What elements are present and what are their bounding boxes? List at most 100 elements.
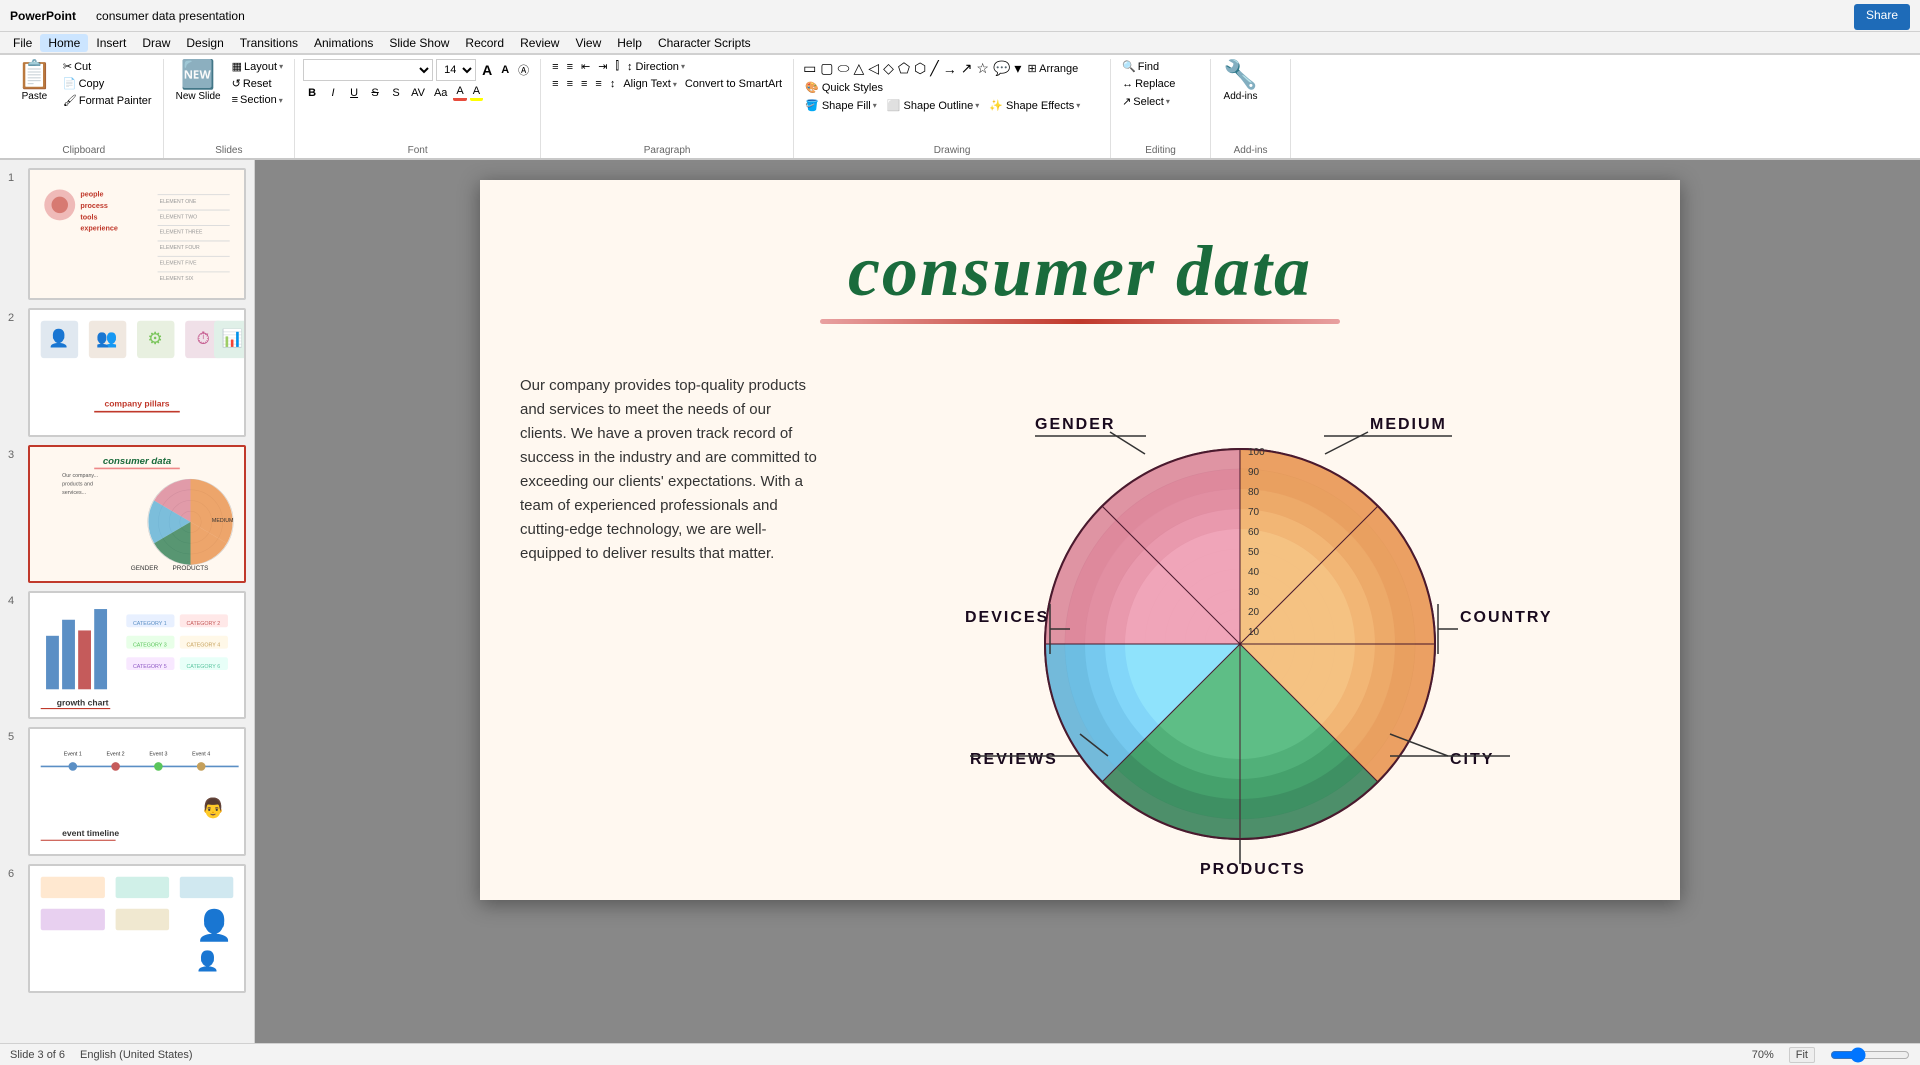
align-text-button[interactable]: Align Text▾ bbox=[620, 77, 680, 91]
slide-thumb-6[interactable]: 6 👤 👤 bbox=[8, 864, 246, 993]
italic-button[interactable]: I bbox=[324, 86, 342, 100]
menu-home[interactable]: Home bbox=[40, 34, 88, 52]
slide-thumb-3[interactable]: 3 consumer data bbox=[8, 445, 246, 582]
svg-text:ELEMENT FOUR: ELEMENT FOUR bbox=[160, 245, 200, 251]
grow-font-button[interactable]: A bbox=[479, 61, 495, 79]
menu-slideshow[interactable]: Slide Show bbox=[381, 34, 457, 52]
arrange-button[interactable]: ⊞ Arrange bbox=[1024, 61, 1081, 76]
select-button[interactable]: ↗ Select ▾ bbox=[1119, 94, 1173, 109]
justify-button[interactable]: ≡ bbox=[592, 77, 604, 91]
layout-button[interactable]: ▦ Layout ▾ bbox=[229, 59, 286, 74]
rect-shape-btn[interactable]: ▭ bbox=[802, 59, 817, 78]
slide-body-text: Our company provides top-quality product… bbox=[520, 374, 820, 566]
reset-icon: ↺ bbox=[232, 77, 241, 90]
ribbon-content: 📋 Paste ✂ Cut 📄 Copy 🖌 Format Painter bbox=[0, 54, 1920, 158]
numbering-button[interactable]: ≡ bbox=[564, 60, 576, 74]
slide3-svg: consumer data Our company... bbox=[30, 447, 244, 575]
shape-outline-button[interactable]: ⬜ Shape Outline ▾ bbox=[884, 98, 983, 113]
slide-thumb-inner-1[interactable]: people process tools experience ELEMENT … bbox=[28, 168, 246, 300]
decrease-indent-button[interactable]: ⇤ bbox=[578, 59, 593, 74]
find-button[interactable]: 🔍 Find bbox=[1119, 59, 1162, 74]
shape-effects-button[interactable]: ✨ Shape Effects ▾ bbox=[986, 98, 1083, 113]
bullets-button[interactable]: ≡ bbox=[549, 60, 561, 74]
slide-thumb-4[interactable]: 4 CATEGORY 1 CATEGORY 2 bbox=[8, 591, 246, 720]
menu-file[interactable]: File bbox=[5, 34, 40, 52]
svg-text:⏱: ⏱ bbox=[197, 330, 210, 349]
slide2-svg: 👤 👥 ⚙ ⏱ 📊 company pillars bbox=[30, 310, 244, 430]
zoom-slider[interactable] bbox=[1830, 1047, 1910, 1063]
shadow-button[interactable]: S bbox=[387, 86, 405, 100]
slide-title-underline bbox=[820, 319, 1340, 324]
slide-info: Slide 3 of 6 bbox=[10, 1049, 65, 1061]
rounded-rect-btn[interactable]: ▢ bbox=[819, 59, 834, 78]
copy-button[interactable]: 📄 Copy bbox=[60, 76, 155, 91]
cut-button[interactable]: ✂ Cut bbox=[60, 59, 155, 74]
align-left-button[interactable]: ≡ bbox=[549, 77, 561, 91]
slide-thumb-inner-2[interactable]: 👤 👥 ⚙ ⏱ 📊 company pillars bbox=[28, 308, 246, 437]
bold-button[interactable]: B bbox=[303, 86, 321, 100]
slide-thumb-inner-3[interactable]: consumer data Our company... bbox=[28, 445, 246, 582]
strikethrough-button[interactable]: S bbox=[366, 86, 384, 100]
columns-button[interactable]: ⫿ bbox=[612, 59, 622, 74]
menu-record[interactable]: Record bbox=[457, 34, 512, 52]
shrink-font-button[interactable]: A bbox=[498, 63, 512, 77]
oval-btn[interactable]: ⬭ bbox=[837, 59, 851, 78]
section-button[interactable]: ≡ Section ▾ bbox=[229, 93, 286, 107]
line-spacing-button[interactable]: ↕ bbox=[607, 77, 619, 91]
highlight-button[interactable]: A bbox=[470, 84, 483, 101]
slide-thumb-5[interactable]: 5 Event 1 Event 2 Event 3 Event 4 bbox=[8, 727, 246, 856]
menu-view[interactable]: View bbox=[567, 34, 609, 52]
arrow-btn[interactable]: → bbox=[942, 60, 958, 78]
connector-btn[interactable]: ↗ bbox=[960, 59, 974, 78]
slide-thumb-inner-5[interactable]: Event 1 Event 2 Event 3 Event 4 👨 event … bbox=[28, 727, 246, 856]
font-name-select[interactable] bbox=[303, 59, 433, 81]
align-right-button[interactable]: ≡ bbox=[578, 77, 590, 91]
slide-thumb-1[interactable]: 1 people process tools experience ELEMEN… bbox=[8, 168, 246, 300]
menu-draw[interactable]: Draw bbox=[134, 34, 178, 52]
underline-button[interactable]: U bbox=[345, 86, 363, 100]
clear-format-button[interactable]: Ⓐ bbox=[515, 61, 532, 79]
paragraph-label: Paragraph bbox=[549, 143, 785, 158]
hexagon-btn[interactable]: ⬡ bbox=[913, 59, 927, 78]
diamond-btn[interactable]: ◇ bbox=[882, 59, 895, 78]
share-button[interactable]: Share bbox=[1854, 4, 1910, 30]
font-color-button[interactable]: A bbox=[453, 84, 466, 101]
menu-transitions[interactable]: Transitions bbox=[232, 34, 306, 52]
svg-text:👥: 👥 bbox=[96, 330, 117, 349]
menu-insert[interactable]: Insert bbox=[88, 34, 134, 52]
menu-review[interactable]: Review bbox=[512, 34, 567, 52]
char-spacing-button[interactable]: AV bbox=[408, 86, 428, 100]
language-indicator: English (United States) bbox=[80, 1049, 193, 1061]
star-btn[interactable]: ☆ bbox=[975, 59, 990, 78]
direction-button[interactable]: ↕ Direction▾ bbox=[624, 60, 688, 74]
slide-panel[interactable]: 1 people process tools experience ELEMEN… bbox=[0, 160, 255, 1043]
convert-smartart-button[interactable]: Convert to SmartArt bbox=[682, 77, 785, 91]
reset-button[interactable]: ↺ Reset bbox=[229, 76, 286, 91]
font-size-select[interactable]: 14 bbox=[436, 59, 476, 81]
pentagon-btn[interactable]: ⬠ bbox=[897, 59, 911, 78]
menu-help[interactable]: Help bbox=[609, 34, 650, 52]
paste-button[interactable]: 📋 Paste bbox=[13, 59, 56, 104]
line-btn[interactable]: ╱ bbox=[929, 59, 939, 78]
slide-thumb-inner-6[interactable]: 👤 👤 bbox=[28, 864, 246, 993]
slide-thumb-2[interactable]: 2 👤 👥 ⚙ ⏱ 📊 company bbox=[8, 308, 246, 437]
menu-character-scripts[interactable]: Character Scripts bbox=[650, 34, 759, 52]
quick-styles-button[interactable]: 🎨 Quick Styles bbox=[802, 80, 886, 95]
slide-thumb-inner-4[interactable]: CATEGORY 1 CATEGORY 2 CATEGORY 3 CATEGOR… bbox=[28, 591, 246, 720]
rtriangle-btn[interactable]: ◁ bbox=[867, 59, 880, 78]
triangle-btn[interactable]: △ bbox=[853, 59, 866, 78]
menu-animations[interactable]: Animations bbox=[306, 34, 381, 52]
menu-design[interactable]: Design bbox=[178, 34, 231, 52]
more-shapes-btn[interactable]: ▾ bbox=[1013, 59, 1022, 78]
align-center-button[interactable]: ≡ bbox=[564, 77, 576, 91]
new-slide-button[interactable]: 🆕 New Slide bbox=[172, 59, 225, 104]
ribbon-group-font: 14 A A Ⓐ B I U S S AV Aa A A bbox=[295, 59, 541, 158]
change-case-button[interactable]: Aa bbox=[431, 86, 450, 100]
increase-indent-button[interactable]: ⇥ bbox=[595, 59, 610, 74]
callout-btn[interactable]: 💬 bbox=[992, 59, 1011, 78]
addins-button[interactable]: 🔧 Add-ins bbox=[1219, 59, 1262, 104]
fit-button[interactable]: Fit bbox=[1789, 1047, 1815, 1063]
shape-fill-button[interactable]: 🪣 Shape Fill ▾ bbox=[802, 98, 880, 113]
replace-button[interactable]: ↔ Replace bbox=[1119, 77, 1178, 91]
format-painter-button[interactable]: 🖌 Format Painter bbox=[60, 93, 155, 108]
